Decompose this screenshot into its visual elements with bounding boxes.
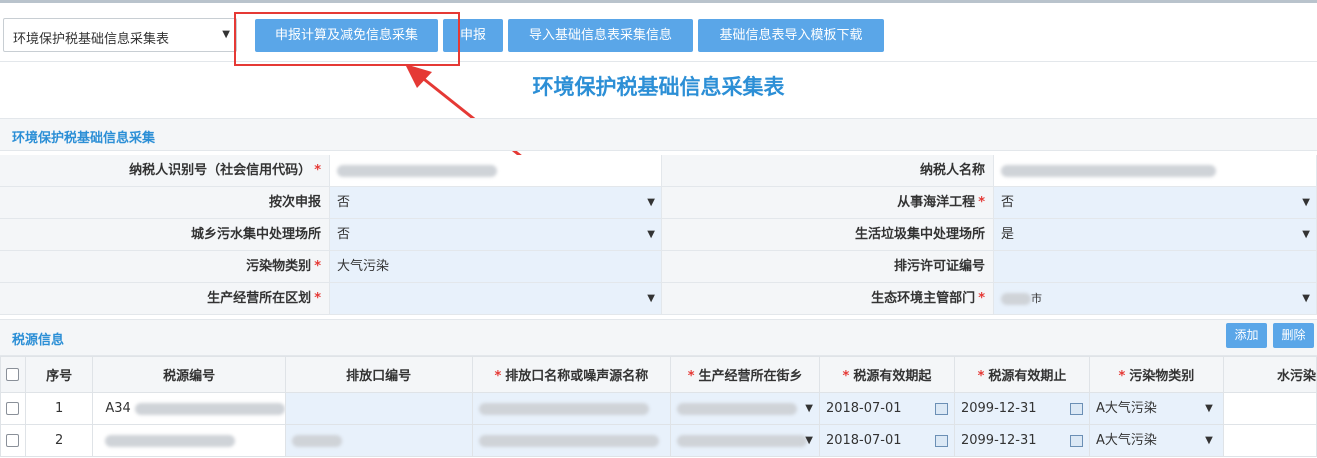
chevron-down-icon: ▼ [647,197,655,208]
permit-label: 排污许可证编号 [662,251,994,282]
permit-field[interactable] [994,251,1317,282]
chevron-down-icon: ▼ [1302,197,1310,208]
page-title: 环境保护税基础信息采集表 [532,75,785,99]
row-water [1222,392,1317,425]
row-outlet-name[interactable] [471,392,672,425]
select-all-checkbox[interactable] [0,356,26,393]
col-seq: 序号 [24,356,94,393]
source-table: 序号 税源编号 排放口编号 * 排放口名称或噪声源名称 * 生产经营所在街乡 * 税源… [0,356,1317,457]
eco-dept-label: 生态环境主管部门 * [662,283,994,314]
chevron-down-icon: ▼ [647,229,655,240]
col-valid-from: * 税源有效期起 [818,356,955,393]
marine-select[interactable]: 否 ▼ [994,187,1317,218]
pollutant-field[interactable]: 大气污染 [330,251,662,282]
col-outlet-no: 排放口编号 [284,356,473,393]
delete-source-button[interactable]: 删除 [1273,323,1314,348]
section-source-info: 税源信息 [0,319,1317,356]
taxpayer-name-label: 纳税人名称 [662,155,994,186]
row-valid-from[interactable]: 2018-07-01 [818,424,955,457]
form-row: 城乡污水集中处理场所 否 ▼ 生活垃圾集中处理场所 是 ▼ [0,219,1317,251]
garbage-label: 生活垃圾集中处理场所 [662,219,994,250]
chevron-down-icon: ▼ [805,435,813,446]
calendar-icon [1070,403,1084,415]
row-pollutant-select[interactable]: A大气污染 ▼ [1089,392,1224,425]
marine-label: 从事海洋工程 * [662,187,994,218]
sewage-label: 城乡污水集中处理场所 [0,219,330,250]
form-row: 按次申报 否 ▼ 从事海洋工程 * 否 ▼ [0,187,1317,219]
chevron-down-icon: ▼ [805,403,813,414]
calendar-icon [934,403,948,415]
table-row: 2 ▼ 2018-07-01 2099-12-31 A大气污染 ▼ [0,424,1317,457]
form-row: 生产经营所在区划 * ▼ 生态环境主管部门 * 市 ▼ [0,283,1317,315]
eco-dept-select[interactable]: 市 ▼ [994,283,1317,314]
col-valid-to: * 税源有效期止 [953,356,1091,393]
section-basic-info: 环境保护税基础信息采集 [0,118,1317,151]
chevron-down-icon: ▼ [1302,293,1310,304]
taxpayer-id-field[interactable] [330,155,662,186]
row-valid-to[interactable]: 2099-12-31 [953,392,1091,425]
col-source-no: 税源编号 [92,356,286,393]
col-pollutant-type: * 污染物类别 [1089,356,1224,393]
chevron-down-icon: ▼ [1302,229,1310,240]
taxpayer-name-field[interactable] [994,155,1317,186]
taxpayer-id-label: 纳税人识别号（社会信用代码） * [0,155,330,186]
sewage-select[interactable]: 否 ▼ [330,219,662,250]
row-checkbox[interactable] [0,392,26,425]
row-pollutant-select[interactable]: A大气污染 ▼ [1089,424,1224,457]
table-row: 1 A34 ▼ 2018-07-01 2099-12-31 A大气污染 ▼ [0,392,1317,425]
by-times-label: 按次申报 [0,187,330,218]
add-source-button[interactable]: 添加 [1226,323,1267,348]
row-valid-to[interactable]: 2099-12-31 [953,424,1091,457]
chevron-down-icon: ▼ [1205,435,1213,446]
section-source-title: 税源信息 [12,333,65,348]
form-row: 纳税人识别号（社会信用代码） * 纳税人名称 [0,155,1317,187]
col-outlet-name: * 排放口名称或噪声源名称 [471,356,672,393]
district-label: 生产经营所在区划 * [0,283,330,314]
row-street-select[interactable]: ▼ [670,392,820,425]
row-outlet-no[interactable] [284,424,473,457]
row-checkbox[interactable] [0,424,26,457]
calendar-icon [934,435,948,447]
garbage-select[interactable]: 是 ▼ [994,219,1317,250]
col-water: 水污染 [1222,356,1317,393]
form-row: 污染物类别 * 大气污染 排污许可证编号 [0,251,1317,283]
row-valid-from[interactable]: 2018-07-01 [818,392,955,425]
pollutant-label: 污染物类别 * [0,251,330,282]
district-select[interactable]: ▼ [330,283,662,314]
row-seq: 1 [24,392,94,425]
row-source-no [92,424,286,457]
chevron-down-icon: ▼ [647,293,655,304]
row-seq: 2 [24,424,94,457]
table-header-row: 序号 税源编号 排放口编号 * 排放口名称或噪声源名称 * 生产经营所在街乡 * 税源… [0,356,1317,393]
chevron-down-icon: ▼ [1205,403,1213,414]
row-street-select[interactable]: ▼ [670,424,820,457]
by-times-select[interactable]: 否 ▼ [330,187,662,218]
row-outlet-name[interactable] [471,424,672,457]
col-street: * 生产经营所在街乡 [670,356,820,393]
row-outlet-no[interactable] [284,392,473,425]
row-water [1222,424,1317,457]
section-basic-title: 环境保护税基础信息采集 [12,131,156,146]
row-source-no: A34 [92,392,286,425]
calendar-icon [1070,435,1084,447]
